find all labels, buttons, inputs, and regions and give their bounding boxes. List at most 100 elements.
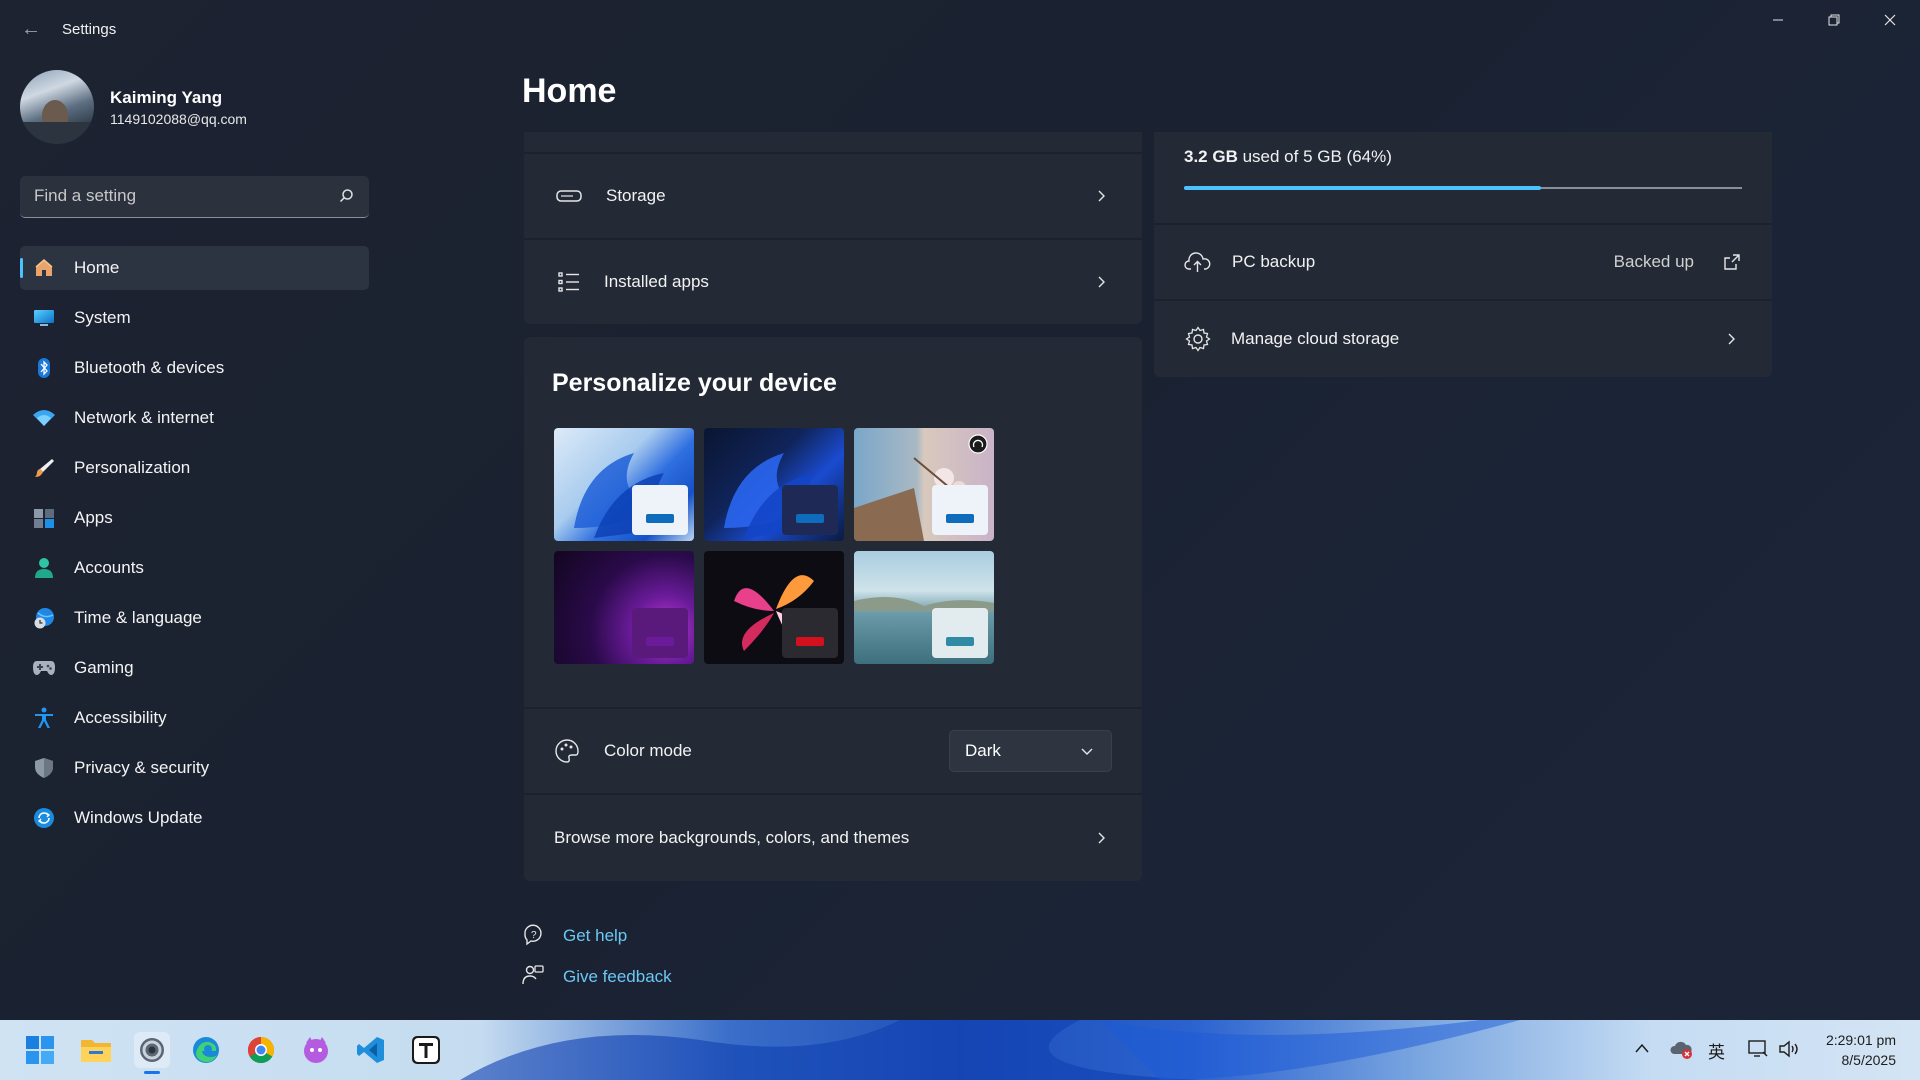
vscode-button[interactable] <box>353 1032 389 1068</box>
start-button[interactable] <box>22 1032 58 1068</box>
browse-themes-row[interactable]: Browse more backgrounds, colors, and the… <box>524 795 1142 881</box>
account-icon <box>32 556 56 580</box>
home-icon <box>32 256 56 280</box>
typora-icon <box>412 1036 440 1064</box>
palette-icon <box>555 739 579 763</box>
typora-button[interactable] <box>408 1032 444 1068</box>
sidebar-item-system[interactable]: System <box>20 296 369 340</box>
theme-thumbnail[interactable] <box>704 551 844 664</box>
color-mode-label: Color mode <box>604 741 692 760</box>
taskbar: 英 2:29:01 pm 8/5/2025 <box>0 1020 1920 1080</box>
sidebar-item-label: Time & language <box>74 608 202 627</box>
apps-icon <box>32 506 56 530</box>
installed-apps-row[interactable]: Installed apps <box>524 240 1142 324</box>
sidebar-item-home[interactable]: Home <box>20 246 369 290</box>
sidebar-item-time-language[interactable]: Time & language <box>20 596 369 640</box>
vscode-icon <box>357 1037 384 1063</box>
installed-apps-label: Installed apps <box>604 272 709 291</box>
search-input[interactable] <box>20 176 320 216</box>
storage-label: Storage <box>606 186 666 205</box>
back-button[interactable]: ← <box>18 16 44 42</box>
theme-thumbnail[interactable] <box>854 551 994 664</box>
restore-button[interactable] <box>1806 0 1862 40</box>
color-mode-value: Dark <box>965 741 1001 760</box>
personalize-title: Personalize your device <box>552 369 837 397</box>
sidebar-item-gaming[interactable]: Gaming <box>20 646 369 690</box>
theme-thumbnail[interactable] <box>554 551 694 664</box>
chevron-right-icon <box>1728 333 1735 345</box>
minimize-icon <box>1773 19 1783 21</box>
cloud-storage-card: 3.2 GB used of 5 GB (64%) PC backup Back… <box>1154 132 1772 377</box>
sidebar-item-accessibility[interactable]: Accessibility <box>20 696 369 740</box>
network-icon[interactable] <box>1747 1039 1769 1059</box>
sidebar-item-privacy-security[interactable]: Privacy & security <box>20 746 369 790</box>
storage-usage-text: 3.2 GB used of 5 GB (64%) <box>1184 147 1392 167</box>
profile-name: Kaiming Yang <box>110 87 223 107</box>
storage-usage-amount: 3.2 GB <box>1184 147 1238 166</box>
clock-time: 2:29:01 pm <box>1825 1032 1896 1048</box>
sidebar-item-label: Gaming <box>74 658 134 677</box>
search-box[interactable] <box>20 176 369 218</box>
settings-taskbar-button[interactable] <box>134 1032 170 1074</box>
sidebar-nav: Home System Bluetooth & devices Network … <box>20 246 369 846</box>
chrome-button[interactable] <box>243 1032 279 1068</box>
file-explorer-button[interactable] <box>78 1032 114 1068</box>
window-title: Settings <box>62 21 117 38</box>
sidebar-item-label: Network & internet <box>74 408 214 427</box>
pc-backup-row[interactable]: PC backup Backed up <box>1154 225 1772 299</box>
restore-icon <box>1828 14 1840 26</box>
sidebar-item-personalization[interactable]: Personalization <box>20 446 369 490</box>
manage-cloud-storage-label: Manage cloud storage <box>1231 329 1400 348</box>
wifi-icon <box>32 406 56 430</box>
backup-status: Backed up <box>1613 252 1694 271</box>
storage-row[interactable]: Storage <box>524 154 1142 238</box>
theme-thumbnail[interactable] <box>704 428 844 541</box>
start-icon <box>26 1036 54 1064</box>
user-profile[interactable]: Kaiming Yang 1149102088@qq.com <box>20 70 247 144</box>
spotlight-icon <box>968 434 988 454</box>
edge-button[interactable] <box>188 1032 224 1068</box>
give-feedback-link[interactable]: Give feedback <box>563 967 672 987</box>
avatar <box>20 70 94 144</box>
color-mode-dropdown[interactable]: Dark <box>949 730 1112 772</box>
manage-cloud-storage-row[interactable]: Manage cloud storage <box>1154 301 1772 377</box>
update-icon <box>32 806 56 830</box>
storage-progress-fill <box>1184 186 1541 190</box>
profile-email: 1149102088@qq.com <box>110 110 247 127</box>
file-explorer-icon <box>81 1040 111 1062</box>
clock-globe-icon <box>32 606 56 630</box>
title-bar: ← Settings <box>0 0 1920 60</box>
pc-backup-label: PC backup <box>1232 252 1316 271</box>
get-help-link[interactable]: Get help <box>563 926 627 946</box>
minimize-button[interactable] <box>1750 0 1806 40</box>
sidebar-item-apps[interactable]: Apps <box>20 496 369 540</box>
clock-date: 8/5/2025 <box>1841 1052 1897 1068</box>
theme-thumbnail[interactable] <box>854 428 994 541</box>
settings-icon <box>140 1038 164 1062</box>
sidebar-item-label: Personalization <box>74 458 191 477</box>
accessibility-icon <box>32 706 56 730</box>
sidebar-item-windows-update[interactable]: Windows Update <box>20 796 369 840</box>
sidebar-item-label: Windows Update <box>74 808 203 827</box>
cat-app-icon <box>304 1037 328 1063</box>
show-hidden-icons-chevron-icon[interactable] <box>1634 1042 1650 1054</box>
bluetooth-icon <box>32 356 56 380</box>
cat-app-button[interactable] <box>298 1032 334 1068</box>
theme-thumbnail[interactable] <box>554 428 694 541</box>
sidebar-item-bluetooth[interactable]: Bluetooth & devices <box>20 346 369 390</box>
settings-window: ← Settings Kaiming Yang 1149102088@qq.co… <box>0 0 1920 1020</box>
ime-indicator[interactable]: 英 <box>1708 1038 1725 1063</box>
search-icon <box>339 189 353 203</box>
sidebar-item-label: System <box>74 308 131 327</box>
sidebar-item-network[interactable]: Network & internet <box>20 396 369 440</box>
close-button[interactable] <box>1862 0 1918 40</box>
taskbar-clock[interactable]: 2:29:01 pm 8/5/2025 <box>1826 1030 1896 1070</box>
sidebar-item-accounts[interactable]: Accounts <box>20 546 369 590</box>
list-icon <box>558 272 579 292</box>
chevron-down-icon <box>1081 748 1093 755</box>
page-title: Home <box>522 72 617 110</box>
volume-icon[interactable] <box>1778 1039 1802 1059</box>
sidebar-item-label: Accounts <box>74 558 144 577</box>
onedrive-error-icon[interactable] <box>1670 1038 1694 1060</box>
chevron-right-icon <box>1098 832 1105 844</box>
